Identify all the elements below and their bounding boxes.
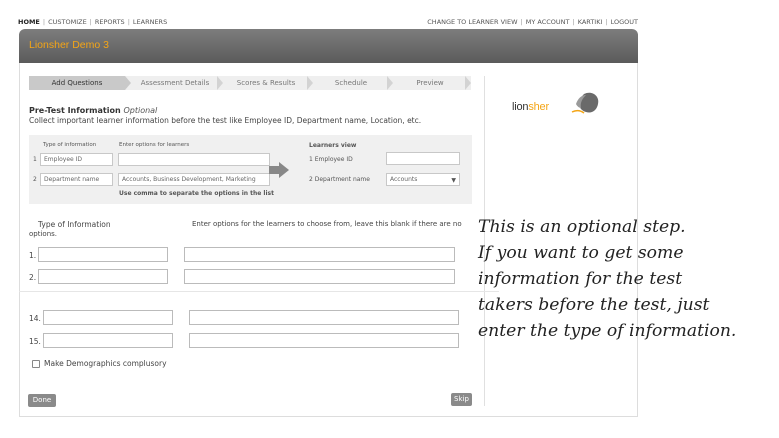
- row-number: 15.: [29, 337, 41, 346]
- nav-learners-link[interactable]: LEARNERS: [133, 18, 167, 26]
- lionsher-logo: lionsher: [512, 90, 602, 120]
- pretest-title: Pre-Test Information Optional: [29, 106, 158, 115]
- row-number: 1.: [29, 251, 37, 260]
- nav-home-link[interactable]: HOME: [18, 18, 40, 26]
- nav-reports-link[interactable]: REPORTS: [95, 18, 125, 26]
- learner-view-field: [386, 152, 460, 165]
- arrow-right-icon: [269, 166, 279, 174]
- note-line: This is an optional step.: [478, 217, 686, 237]
- note-line: takers before the test, just: [478, 295, 710, 315]
- step-arrow-icon: [465, 76, 471, 90]
- type-input-14[interactable]: [43, 310, 173, 325]
- make-compulsory-checkbox[interactable]: [32, 360, 40, 368]
- learner-view-select: Accounts ▼: [386, 173, 460, 186]
- nav-customize-link[interactable]: CUSTOMIZE: [48, 18, 87, 26]
- example-type-field: Employee ID: [40, 153, 113, 166]
- example-options-header: Enter options for learners: [119, 142, 190, 148]
- step-preview[interactable]: Preview: [395, 76, 465, 90]
- note-line: information for the test: [478, 269, 683, 289]
- step-scores-results[interactable]: Scores & Results: [225, 76, 307, 90]
- example-row-num: 2: [33, 176, 37, 183]
- change-to-learner-view-link[interactable]: CHANGE TO LEARNER VIEW: [427, 18, 517, 26]
- optional-label: Optional: [123, 106, 158, 115]
- example-options-field: [118, 153, 270, 166]
- dropdown-arrow-icon: ▼: [451, 177, 456, 184]
- top-nav-left: HOME | CUSTOMIZE | REPORTS | LEARNERS: [18, 18, 168, 26]
- example-options-field: Accounts, Business Development, Marketin…: [118, 173, 270, 186]
- row-number: 2.: [29, 273, 37, 282]
- panel-bottom-border: [19, 409, 638, 417]
- example-box: Type of information Enter options for le…: [29, 135, 472, 204]
- options-input-15[interactable]: [189, 333, 459, 348]
- wizard-steps: Add Questions Assessment Details Scores …: [29, 76, 471, 90]
- make-compulsory-label: Make Demographics complusory: [44, 359, 167, 368]
- type-input-2[interactable]: [38, 269, 168, 284]
- example-type-field: Department name: [40, 173, 113, 186]
- page-title: Lionsher Demo 3: [29, 39, 109, 51]
- my-account-link[interactable]: MY ACCOUNT: [526, 18, 570, 26]
- note-line: enter the type of information.: [478, 321, 737, 341]
- type-input-15[interactable]: [43, 333, 173, 348]
- step-arrow-icon: [217, 76, 223, 90]
- divider: [19, 291, 499, 292]
- learner-view-label: 2 Department name: [309, 176, 370, 183]
- skip-button[interactable]: Skip: [451, 393, 472, 406]
- app-header: Lionsher Demo 3: [19, 29, 638, 63]
- pretest-description: Collect important learner information be…: [29, 116, 422, 125]
- step-arrow-icon: [307, 76, 313, 90]
- arrow-right-icon: [279, 162, 289, 178]
- comma-hint: Use comma to separate the options in the…: [119, 190, 274, 197]
- type-of-information-header: Type of Information: [38, 220, 111, 229]
- user-name-link[interactable]: KARTIKI: [578, 18, 603, 26]
- row-number: 14.: [29, 314, 41, 323]
- step-add-questions[interactable]: Add Questions: [29, 76, 125, 90]
- learners-view-label: Learners view: [309, 142, 357, 149]
- top-navigation: HOME | CUSTOMIZE | REPORTS | LEARNERS CHANGE T…: [18, 16, 638, 28]
- step-arrow-icon: [125, 76, 131, 90]
- options-input-14[interactable]: [189, 310, 459, 325]
- logo-text: lionsher: [512, 101, 549, 113]
- example-row-num: 1: [33, 156, 37, 163]
- logout-link[interactable]: LOGOUT: [611, 18, 638, 26]
- top-nav-right: CHANGE TO LEARNER VIEW | MY ACCOUNT | KARTIK…: [427, 18, 638, 26]
- note-line: If you want to get some: [478, 243, 684, 263]
- step-arrow-icon: [387, 76, 393, 90]
- example-type-header: Type of information: [43, 142, 97, 148]
- options-header-cont: options.: [29, 230, 58, 238]
- options-input-1[interactable]: [184, 247, 455, 262]
- learner-view-label: 1 Employee ID: [309, 156, 353, 163]
- step-assessment-details[interactable]: Assessment Details: [133, 76, 217, 90]
- options-header: Enter options for the learners to choose…: [192, 220, 462, 228]
- done-button[interactable]: Done: [28, 394, 56, 407]
- step-schedule[interactable]: Schedule: [315, 76, 387, 90]
- options-input-2[interactable]: [184, 269, 455, 284]
- instruction-note: This is an optional step. If you want to…: [478, 214, 778, 344]
- type-input-1[interactable]: [38, 247, 168, 262]
